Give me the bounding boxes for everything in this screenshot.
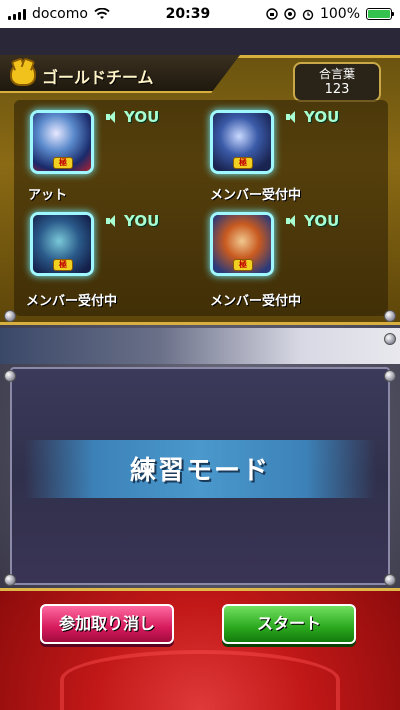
rank-badge-icon: 極 <box>233 259 253 271</box>
status-bar: docomo 20:39 100% <box>0 0 400 28</box>
battery-percent: 100% <box>319 6 360 22</box>
speaker-icon <box>286 215 298 227</box>
rivet-icon <box>4 370 16 382</box>
rivet-icon <box>4 310 16 322</box>
speaker-icon <box>106 215 118 227</box>
password-box[interactable]: 合言葉 123 <box>293 62 381 102</box>
rivet-icon <box>384 370 396 382</box>
member-name: メンバー受付中 <box>210 294 302 309</box>
start-button[interactable]: スタート <box>222 604 356 644</box>
carrier-label: docomo <box>32 6 88 22</box>
voice-label: YOU <box>106 108 159 126</box>
member-name: メンバー受付中 <box>26 294 118 309</box>
password-label: 合言葉 <box>318 67 355 81</box>
rank-badge-icon: 極 <box>53 157 73 169</box>
voice-label: YOU <box>286 212 339 230</box>
member-avatar[interactable]: 極 <box>30 110 94 174</box>
speaker-icon <box>286 111 298 123</box>
mode-title: 練習モード <box>129 456 270 486</box>
battery-icon <box>366 8 394 20</box>
status-bar-left: docomo <box>8 6 110 22</box>
team-name: ゴールドチーム <box>42 68 154 87</box>
member-avatar[interactable]: 極 <box>30 212 94 276</box>
rivet-icon <box>384 310 396 322</box>
rivet-icon <box>4 574 16 586</box>
member-avatar[interactable]: 極 <box>210 212 274 276</box>
rank-badge-icon: 極 <box>53 259 73 271</box>
bottom-decoration <box>60 650 340 710</box>
status-bar-right: 100% <box>266 6 394 22</box>
voice-label: YOU <box>106 212 159 230</box>
rivet-icon <box>384 333 396 345</box>
rank-badge-icon: 極 <box>233 157 253 169</box>
member-name: アット <box>28 188 68 203</box>
orientation-lock-icon <box>266 8 278 20</box>
speaker-icon <box>106 111 118 123</box>
alarm-icon <box>302 9 314 20</box>
signal-icon <box>8 8 26 20</box>
wifi-icon <box>94 8 110 19</box>
member-name: メンバー受付中 <box>210 188 302 203</box>
voice-label: YOU <box>286 108 339 126</box>
location-icon <box>284 8 296 20</box>
rivet-icon <box>384 574 396 586</box>
cat-team-icon <box>10 62 36 86</box>
mode-top-strip <box>0 328 400 364</box>
password-value: 123 <box>324 82 350 97</box>
member-avatar[interactable]: 極 <box>210 110 274 174</box>
cancel-participation-button[interactable]: 参加取り消し <box>40 604 174 644</box>
clock: 20:39 <box>165 6 211 22</box>
